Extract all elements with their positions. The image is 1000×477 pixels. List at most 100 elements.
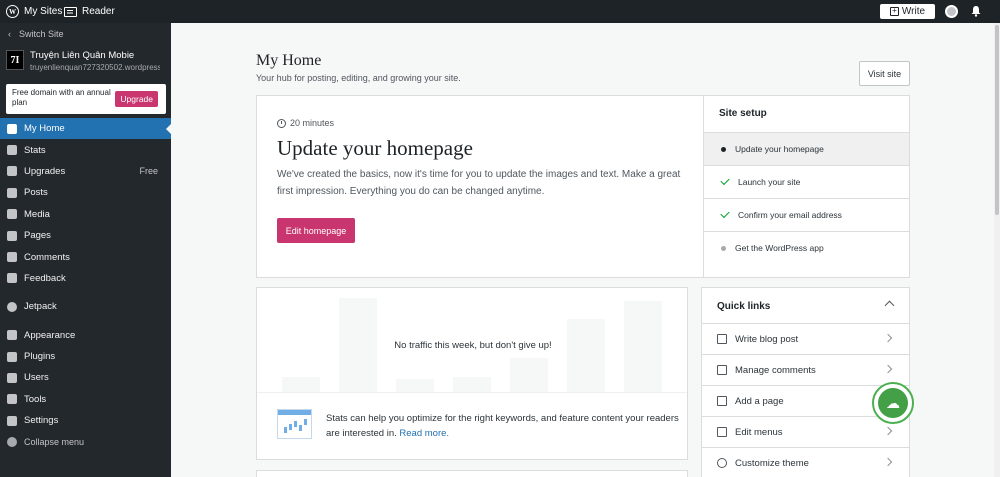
sidebar-item-settings[interactable]: Settings: [0, 410, 171, 431]
stats-icon: [7, 145, 17, 156]
chevron-left-icon: ‹: [8, 29, 11, 39]
upgrades-icon: [7, 166, 17, 177]
my-sites-button[interactable]: W My Sites: [6, 0, 62, 23]
stats-card: No traffic this week, but don't give up!…: [256, 287, 688, 460]
masterbar: W My Sites Reader + Write: [0, 0, 1000, 23]
divider: [257, 392, 687, 393]
quick-link-edit-menus[interactable]: Edit menus: [702, 416, 909, 447]
checkmark-icon: [720, 208, 730, 219]
homepage-task-card: 20 minutes Update your homepage We've cr…: [256, 95, 704, 278]
setup-item-confirm-email[interactable]: Confirm your email address: [704, 198, 909, 231]
setup-item-update-homepage[interactable]: Update your homepage: [704, 132, 909, 165]
chevron-right-icon: [883, 457, 893, 467]
clock-icon: [277, 118, 286, 128]
setup-item-label: Launch your site: [738, 177, 801, 187]
quick-links-card: Quick links Write blog post Manage comme…: [701, 287, 910, 477]
edit-homepage-button[interactable]: Edit homepage: [277, 218, 355, 243]
site-name: Truyện Liên Quân Mobie: [30, 50, 135, 61]
upgrades-badge: Free: [139, 166, 158, 177]
upsell-nudge[interactable]: Free domain with an annual plan Upgrade: [6, 84, 166, 114]
stats-illustration-icon: [277, 409, 312, 439]
quick-link-label: Edit menus: [735, 426, 783, 438]
quick-link-label: Customize theme: [735, 457, 809, 469]
sidebar-item-appearance[interactable]: Appearance: [0, 325, 171, 346]
sidebar-item-users[interactable]: Users: [0, 367, 171, 388]
quick-link-label: Manage comments: [735, 364, 816, 376]
sidebar-item-tools[interactable]: Tools: [0, 389, 171, 410]
sidebar-item-posts[interactable]: Posts: [0, 182, 171, 203]
sidebar-item-label: Upgrades: [24, 165, 66, 177]
sidebar-item-label: Media: [24, 208, 50, 220]
checkmark-icon: [720, 175, 730, 186]
setup-item-label: Confirm your email address: [738, 210, 842, 220]
placeholder-bar: [567, 319, 605, 393]
stats-tip-text: Stats can help you optimize for the righ…: [326, 413, 679, 439]
quick-link-write-post[interactable]: Write blog post: [702, 323, 909, 354]
setup-item-label: Update your homepage: [735, 144, 824, 154]
quick-link-label: Add a page: [735, 395, 784, 407]
sidebar-item-label: Settings: [24, 415, 59, 427]
task-duration-label: 20 minutes: [290, 118, 335, 128]
users-icon: [7, 372, 17, 383]
current-dot-icon: [721, 146, 726, 152]
upsell-text: Free domain with an annual plan: [12, 88, 111, 107]
current-site[interactable]: 7I Truyện Liên Quân Mobie truyenlienquan…: [6, 50, 166, 72]
switch-site-link[interactable]: ‹ Switch Site: [8, 27, 64, 41]
scrollbar-thumb[interactable]: [995, 25, 999, 215]
sidebar-item-label: Appearance: [24, 329, 76, 341]
site-setup-title: Site setup: [719, 108, 767, 119]
quick-link-label: Write blog post: [735, 333, 799, 345]
setup-item-launch-site[interactable]: Launch your site: [704, 165, 909, 198]
sidebar-item-upgrades[interactable]: Upgrades Free: [0, 161, 171, 182]
home-icon: [7, 123, 17, 134]
notifications-bell-icon[interactable]: [970, 5, 982, 17]
chevron-right-icon: [883, 364, 893, 374]
sidebar-item-jetpack[interactable]: Jetpack: [0, 296, 171, 317]
sidebar-item-label: Users: [24, 372, 49, 384]
menu-icon: [717, 427, 727, 437]
chevron-up-icon[interactable]: [884, 300, 895, 311]
visit-site-button[interactable]: Visit site: [859, 61, 910, 86]
next-card: [256, 470, 688, 477]
feedback-icon: [7, 273, 17, 284]
my-sites-label: My Sites: [24, 6, 63, 17]
appearance-icon: [7, 330, 17, 341]
sidebar-item-label: Tools: [24, 393, 47, 405]
quick-link-manage-comments[interactable]: Manage comments: [702, 354, 909, 385]
placeholder-bar: [510, 358, 548, 393]
sidebar-item-comments[interactable]: Comments: [0, 246, 171, 267]
task-title: Update your homepage: [277, 136, 473, 160]
collapse-label: Collapse menu: [24, 437, 85, 448]
sidebar-item-label: Comments: [24, 251, 70, 263]
sidebar-item-stats[interactable]: Stats: [0, 139, 171, 160]
write-button[interactable]: + Write: [880, 4, 935, 19]
scrollbar[interactable]: [994, 23, 1000, 477]
no-traffic-message: No traffic this week, but don't give up!: [394, 340, 552, 351]
reader-button[interactable]: Reader: [64, 0, 115, 23]
reader-icon: [64, 6, 77, 17]
sidebar-item-label: My Home: [24, 123, 65, 135]
posts-icon: [7, 187, 17, 198]
setup-item-get-app[interactable]: Get the WordPress app: [704, 231, 909, 264]
sidebar-item-label: Jetpack: [24, 301, 57, 313]
stats-tip: Stats can help you optimize for the righ…: [326, 411, 681, 441]
page-title: My Home: [256, 52, 322, 69]
read-more-link[interactable]: Read more.: [399, 428, 449, 439]
upgrade-button[interactable]: Upgrade: [115, 91, 158, 107]
write-icon: +: [889, 7, 899, 16]
site-icon: 7I: [6, 50, 24, 70]
quick-link-customize-theme[interactable]: Customize theme: [702, 447, 909, 477]
collapse-menu-button[interactable]: Collapse menu: [0, 431, 171, 452]
sidebar-item-feedback[interactable]: Feedback: [0, 268, 171, 289]
sidebar-item-my-home[interactable]: My Home: [0, 118, 171, 140]
avatar[interactable]: [945, 5, 958, 18]
sidebar-item-plugins[interactable]: Plugins: [0, 346, 171, 367]
sidebar-item-label: Plugins: [24, 351, 56, 363]
chevron-right-icon: [883, 333, 893, 343]
media-icon: [7, 209, 17, 220]
cloud-upload-icon: ☁: [878, 388, 908, 418]
switch-site-label: Switch Site: [19, 29, 64, 39]
jetpack-icon: [7, 301, 17, 312]
sidebar-item-pages[interactable]: Pages: [0, 225, 171, 246]
sidebar-item-media[interactable]: Media: [0, 204, 171, 225]
